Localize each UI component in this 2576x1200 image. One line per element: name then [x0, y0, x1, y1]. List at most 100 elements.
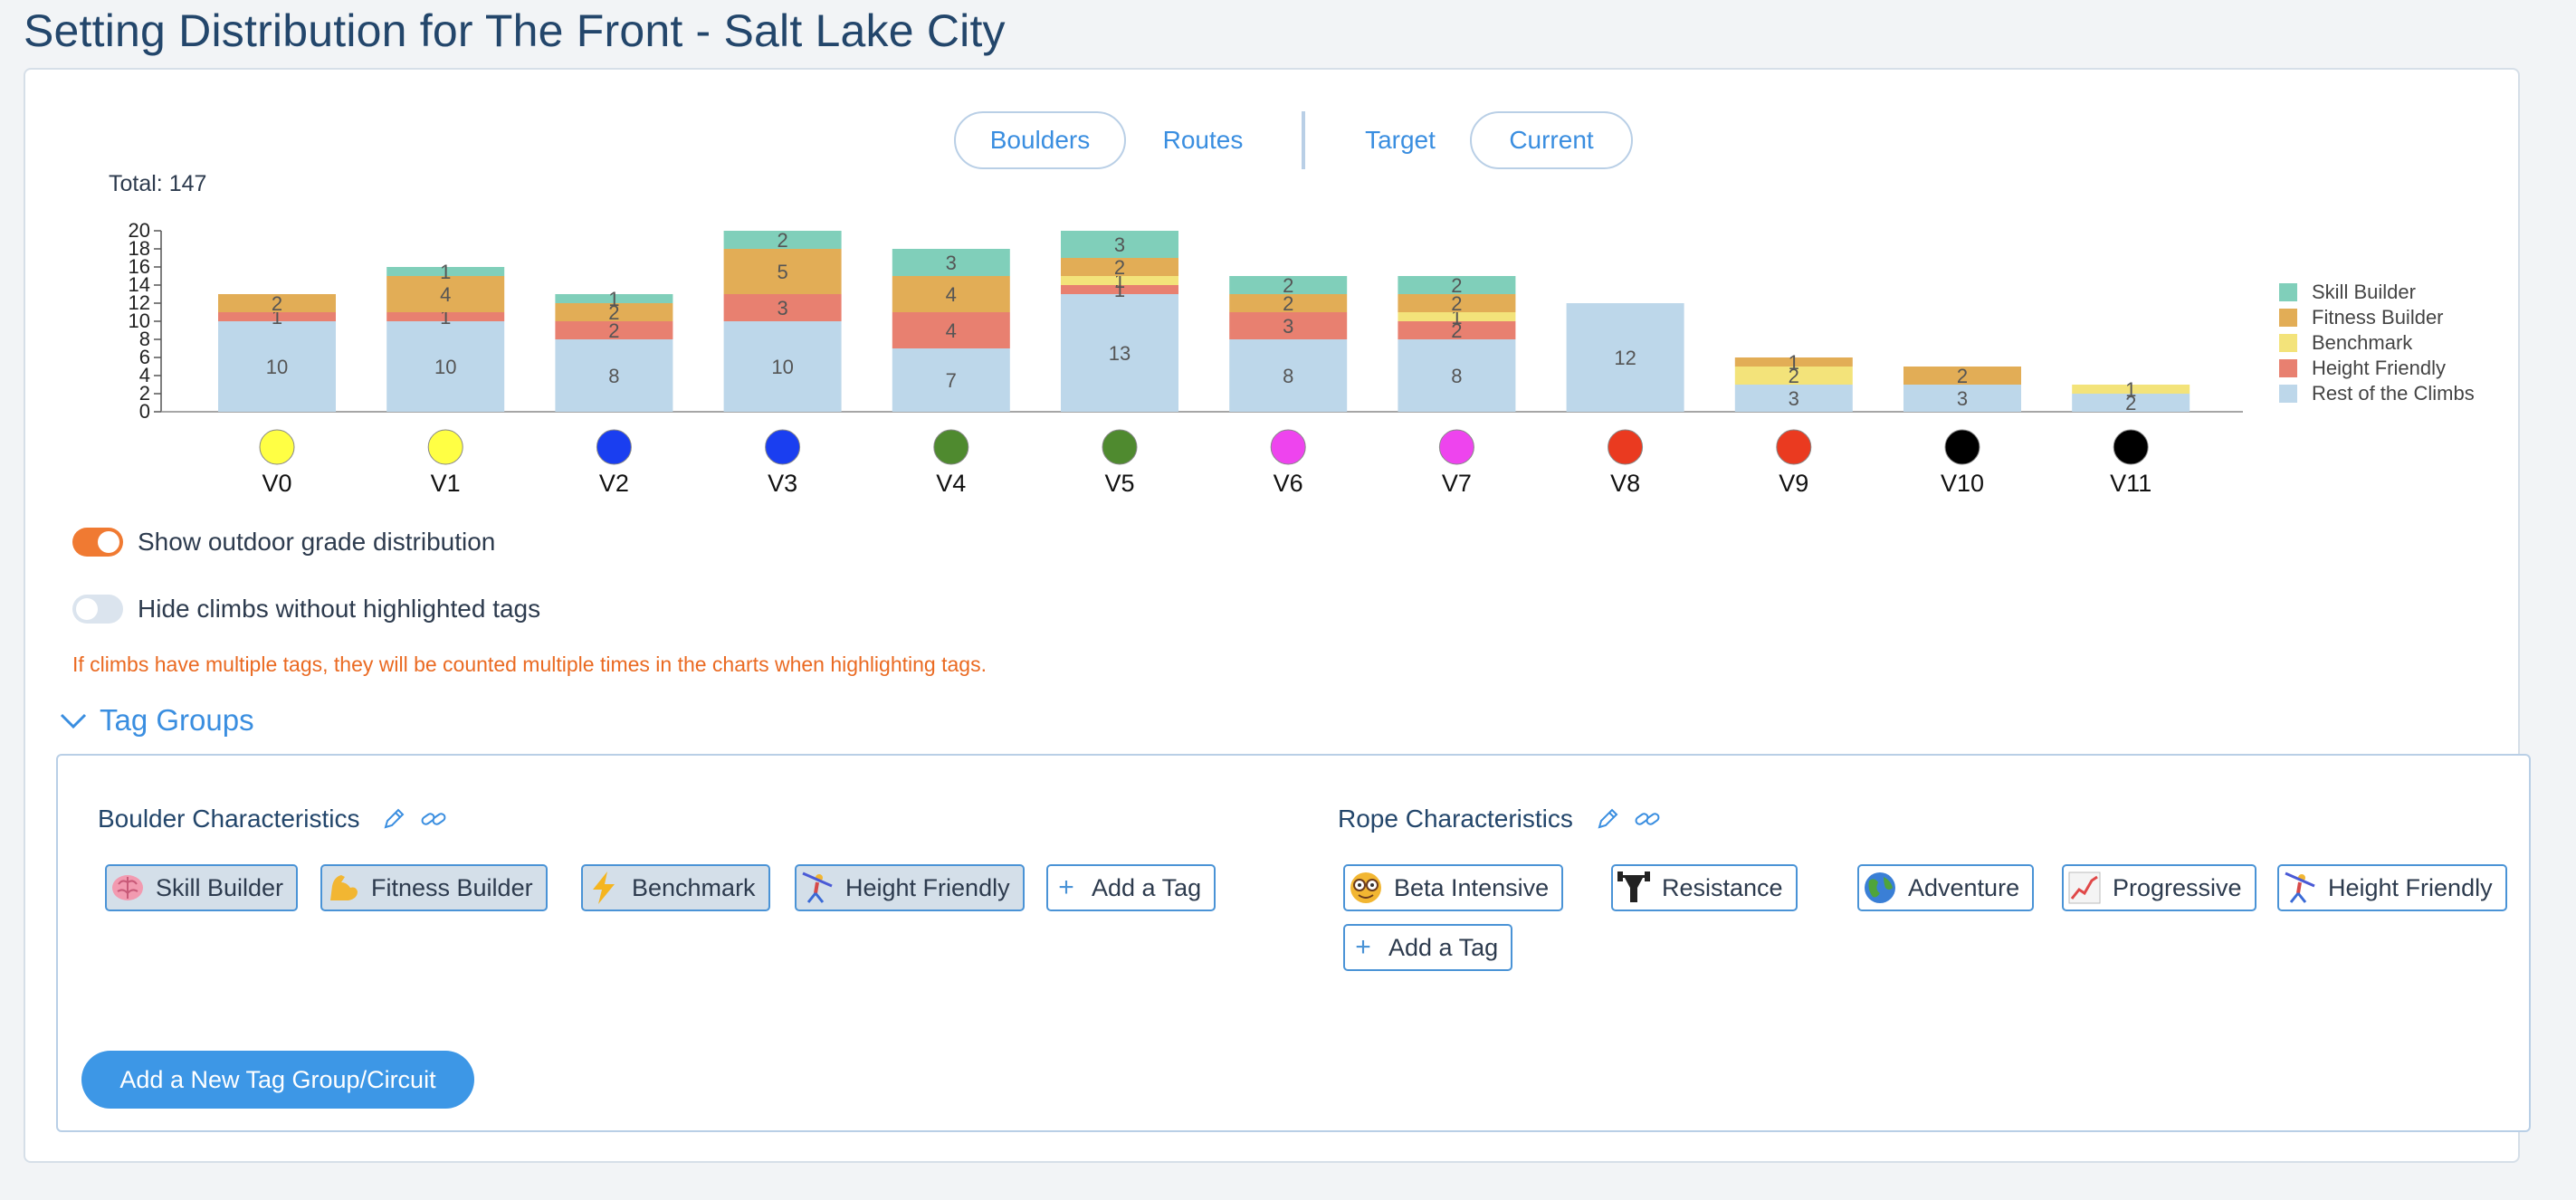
boulder-group-title: Boulder Characteristics — [98, 805, 448, 833]
x-tick-label: V10 — [1941, 470, 1984, 497]
legend-label: Height Friendly — [2312, 357, 2446, 379]
bar-value-label: 10 — [434, 356, 456, 378]
bar-value-label: 8 — [1283, 365, 1293, 387]
tag-skill-builder[interactable]: Skill Builder — [105, 864, 299, 911]
tag-label: Adventure — [1908, 873, 2020, 901]
legend-label: Skill Builder — [2312, 281, 2416, 303]
x-tick-label: V3 — [768, 470, 797, 497]
flexed-biceps-icon — [322, 866, 364, 910]
stretching-climber-icon — [797, 866, 838, 910]
grade-color-dot — [1270, 429, 1306, 465]
tag-label: Skill Builder — [156, 873, 284, 901]
grade-color-dot — [427, 429, 463, 465]
x-tick-label: V6 — [1274, 470, 1303, 497]
tag-resistance[interactable]: Resistance — [1611, 864, 1798, 911]
page-title: Setting Distribution for The Front - Sal… — [24, 5, 1006, 56]
tag-height-friendly-rope[interactable]: Height Friendly — [2277, 864, 2507, 911]
hide-climbs-switch[interactable] — [72, 595, 123, 624]
outdoor-grade-switch[interactable] — [72, 528, 123, 557]
tag-groups-title: Tag Groups — [100, 703, 254, 737]
grade-color-dot — [596, 429, 632, 465]
tag-label: Fitness Builder — [371, 873, 533, 901]
grade-distribution-chart: 024681012141618201012V010141V18221V21035… — [129, 219, 2475, 497]
bar-value-label: 7 — [946, 369, 957, 392]
grade-color-dot — [1102, 429, 1138, 465]
pencil-icon[interactable] — [379, 805, 408, 833]
grade-color-dot — [1608, 429, 1644, 465]
x-tick-label: V0 — [262, 470, 291, 497]
bar-value-label: 4 — [946, 319, 957, 342]
legend-swatch — [2279, 309, 2297, 327]
bar-value-label: 1 — [1789, 351, 1799, 374]
outdoor-toggle-row: Show outdoor grade distribution — [72, 528, 495, 557]
bar-value-label: 10 — [266, 356, 288, 378]
tag-fitness-builder[interactable]: Fitness Builder — [320, 864, 548, 911]
y-tick-label: 20 — [129, 219, 150, 242]
stretching-climber-icon — [2279, 866, 2321, 910]
outdoor-grade-label: Show outdoor grade distribution — [138, 528, 496, 556]
add-rope-tag-button[interactable]: + Add a Tag — [1343, 924, 1513, 971]
pencil-icon[interactable] — [1593, 805, 1622, 833]
bar-value-label: 1 — [440, 261, 451, 283]
boulder-group-name: Boulder Characteristics — [98, 805, 360, 833]
add-boulder-tag-button[interactable]: + Add a Tag — [1046, 864, 1216, 911]
weightlifter-icon — [1613, 866, 1655, 910]
tag-beta-intensive[interactable]: Beta Intensive — [1343, 864, 1564, 911]
multiple-tags-warning: If climbs have multiple tags, they will … — [72, 652, 987, 676]
tag-label: Benchmark — [632, 873, 756, 901]
tag-label: Beta Intensive — [1394, 873, 1550, 901]
bar-value-label: 2 — [1114, 256, 1125, 279]
x-tick-label: V11 — [2110, 470, 2151, 497]
link-icon[interactable] — [419, 805, 448, 833]
add-tag-label: Add a Tag — [1092, 873, 1202, 901]
x-tick-label: V7 — [1442, 470, 1472, 497]
tag-label: Progressive — [2113, 873, 2242, 901]
globe-icon — [1859, 866, 1901, 910]
bar-value-label: 4 — [440, 283, 451, 306]
nerd-face-icon — [1345, 866, 1387, 910]
bar-value-label: 12 — [1614, 347, 1636, 369]
tag-label: Resistance — [1662, 873, 1783, 901]
bar-value-label: 8 — [608, 365, 619, 387]
grade-color-dot — [933, 429, 969, 465]
bar-value-label: 2 — [1957, 365, 1968, 387]
x-tick-label: V2 — [599, 470, 629, 497]
bar-value-label: 2 — [777, 229, 787, 252]
tag-height-friendly[interactable]: Height Friendly — [795, 864, 1025, 911]
tag-benchmark[interactable]: Benchmark — [581, 864, 770, 911]
tag-progressive[interactable]: Progressive — [2062, 864, 2256, 911]
chevron-down-icon — [60, 713, 87, 729]
bar-value-label: 1 — [608, 288, 619, 310]
x-tick-label: V9 — [1779, 470, 1808, 497]
distribution-card: Boulders Routes Target Current Total: 14… — [24, 68, 2531, 1163]
grade-color-dot — [765, 429, 801, 465]
legend-label: Fitness Builder — [2312, 306, 2444, 329]
brain-icon — [107, 866, 148, 910]
add-tag-label: Add a Tag — [1388, 933, 1499, 961]
rope-group-title: Rope Characteristics — [1338, 805, 1662, 833]
bar-value-label: 5 — [777, 261, 787, 283]
grade-color-dot — [2113, 429, 2149, 465]
plus-icon: + — [1058, 872, 1074, 902]
legend-swatch — [2279, 283, 2297, 301]
grade-color-dot — [1438, 429, 1474, 465]
bar-value-label: 4 — [946, 283, 957, 306]
chart-increasing-icon — [2064, 866, 2105, 910]
add-tag-group-button[interactable]: Add a New Tag Group/Circuit — [81, 1051, 474, 1109]
x-tick-label: V1 — [431, 470, 461, 497]
bar-value-label: 8 — [1451, 365, 1462, 387]
link-icon[interactable] — [1633, 805, 1662, 833]
legend-label: Rest of the Climbs — [2312, 382, 2475, 405]
bar-value-label: 2 — [272, 292, 282, 315]
bar-value-label: 3 — [1114, 233, 1125, 256]
tag-groups-toggle[interactable]: Tag Groups — [58, 703, 254, 738]
lightning-icon — [583, 866, 625, 910]
legend-swatch — [2279, 385, 2297, 403]
plus-icon: + — [1355, 932, 1371, 962]
tag-adventure[interactable]: Adventure — [1857, 864, 2035, 911]
grade-color-dot — [259, 429, 295, 465]
bar-value-label: 2 — [1451, 274, 1462, 297]
legend-swatch — [2279, 359, 2297, 377]
legend-label: Benchmark — [2312, 331, 2413, 354]
bar-value-label: 2 — [1283, 274, 1293, 297]
